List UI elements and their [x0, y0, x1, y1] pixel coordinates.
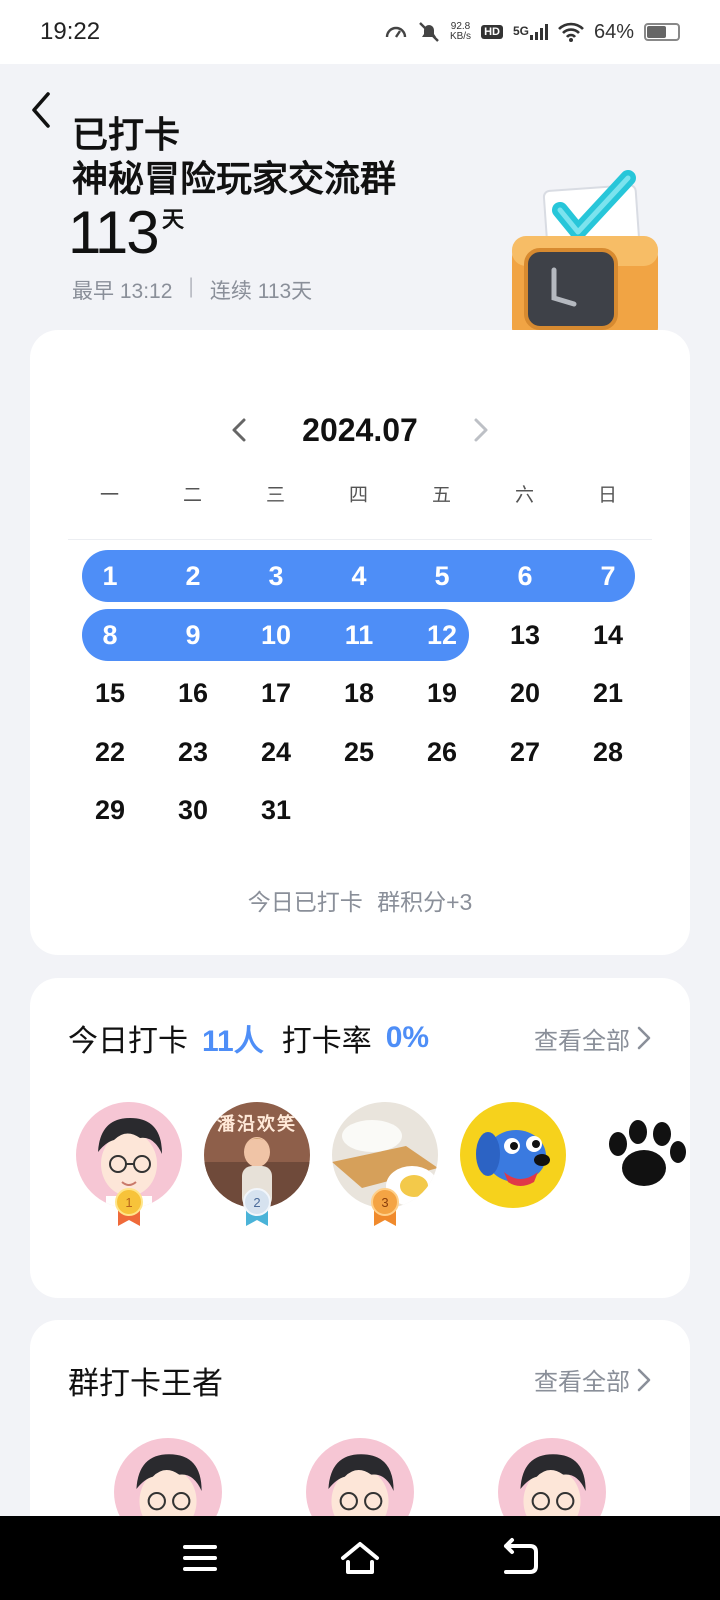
- speedometer-icon: [385, 26, 407, 38]
- status-bar: 19:22 92.8 KB/s HD 5G 64%: [0, 0, 720, 64]
- menu-icon[interactable]: [178, 1536, 222, 1580]
- checkin-rate: 0%: [385, 1021, 430, 1054]
- mute-bell-icon: [419, 22, 439, 42]
- hd-badge: HD: [481, 25, 503, 39]
- home-icon[interactable]: [338, 1536, 382, 1580]
- calendar-day[interactable]: 26: [412, 726, 472, 778]
- battery-icon: [644, 23, 680, 41]
- chevron-right-icon: [637, 1368, 651, 1391]
- streak-days: 连续 113天: [209, 280, 313, 303]
- calendar-day[interactable]: 28: [578, 726, 638, 778]
- today-checkin-count: 11人: [202, 1025, 264, 1058]
- summary-separator: |: [188, 275, 194, 298]
- weekday-label: 三: [265, 485, 285, 506]
- calendar-day[interactable]: 1: [80, 550, 140, 602]
- calendar-day[interactable]: 9: [163, 609, 223, 661]
- battery-level: [647, 26, 666, 38]
- calendar-day[interactable]: 23: [163, 726, 223, 778]
- back-icon[interactable]: [22, 88, 62, 132]
- paw-avatar-image: [588, 1102, 690, 1208]
- chevron-right-icon[interactable]: [460, 410, 500, 450]
- view-all-label: 查看全部: [534, 1369, 630, 1396]
- calendar-day[interactable]: 30: [163, 784, 223, 836]
- return-icon[interactable]: [498, 1536, 542, 1580]
- medal-rank: 3: [381, 1195, 388, 1210]
- calendar-day[interactable]: 24: [246, 726, 306, 778]
- month-label: 2024.07: [302, 411, 418, 448]
- calendar-day[interactable]: 18: [329, 667, 389, 719]
- calendar-day[interactable]: 2: [163, 550, 223, 602]
- status-time: 19:22: [40, 18, 101, 45]
- calendar-day[interactable]: 15: [80, 667, 140, 719]
- weekday-header: 一二三四五六日: [68, 480, 652, 507]
- calendar-day[interactable]: 5: [412, 550, 472, 602]
- signal-icon: [529, 24, 548, 40]
- network-speed: 92.8 KB/s: [450, 22, 471, 42]
- chevron-left-icon[interactable]: [220, 410, 260, 450]
- today-checkin-header: 今日打卡 11人 打卡率 0% 查看全部: [68, 1016, 652, 1060]
- calendar-day[interactable]: 11: [329, 609, 389, 661]
- group-king-title: 群打卡王者: [68, 1366, 223, 1401]
- weekday-label: 日: [597, 485, 617, 506]
- checkin-days: 113: [68, 199, 160, 266]
- view-all-checkin-button[interactable]: 查看全部: [534, 1021, 652, 1056]
- calendar-day[interactable]: 7: [578, 550, 638, 602]
- checkin-avatar-list: 潘沿欢笑 1 2 3: [76, 1102, 690, 1242]
- view-all-label: 查看全部: [534, 1027, 630, 1055]
- calendar-day[interactable]: 8: [80, 609, 140, 661]
- checkin-rate-label: 打卡率: [281, 1025, 372, 1058]
- calendar-day[interactable]: 4: [329, 550, 389, 602]
- weekday-label: 一: [99, 485, 119, 506]
- medal-rank: 2: [253, 1195, 260, 1210]
- calendar-day[interactable]: 14: [578, 609, 638, 661]
- weekday-label: 五: [431, 485, 451, 506]
- calendar-day[interactable]: 21: [578, 667, 638, 719]
- calendar-divider: [68, 539, 652, 540]
- calendar-day[interactable]: 13: [495, 609, 555, 661]
- calendar-day[interactable]: 19: [412, 667, 472, 719]
- weekday-label: 四: [348, 485, 368, 506]
- weekday-label: 六: [514, 485, 534, 506]
- calendar-day[interactable]: 17: [246, 667, 306, 719]
- avatar[interactable]: [460, 1102, 566, 1208]
- calendar-day[interactable]: 12: [412, 609, 472, 661]
- medal-rank: 1: [125, 1195, 132, 1210]
- calendar-day[interactable]: 10: [246, 609, 306, 661]
- today-checkin-card: 今日打卡 11人 打卡率 0% 查看全部 潘沿欢笑 1 2 3: [30, 978, 690, 1298]
- silver-medal-icon: 2: [243, 1188, 271, 1226]
- calendar-day[interactable]: 16: [163, 667, 223, 719]
- avatar[interactable]: [588, 1102, 690, 1208]
- system-navigation-bar: [0, 1516, 720, 1600]
- calendar-day[interactable]: 29: [80, 784, 140, 836]
- calendar-day[interactable]: 22: [80, 726, 140, 778]
- status-icons: 92.8 KB/s HD 5G 64%: [384, 20, 680, 44]
- checkin-days-unit: 天: [162, 207, 185, 232]
- checkin-reward-text: 今日已打卡 群积分+3: [247, 889, 473, 915]
- signal-indicator: 5G: [513, 24, 548, 40]
- calendar-day[interactable]: 6: [495, 550, 555, 602]
- pixel-dog-avatar-image: [460, 1102, 566, 1208]
- view-all-king-button[interactable]: 查看全部: [534, 1362, 652, 1397]
- month-navigation: 2024.07: [30, 410, 690, 450]
- wifi-icon: [558, 22, 584, 42]
- chevron-right-icon: [637, 1026, 651, 1050]
- calendar-day[interactable]: 3: [246, 550, 306, 602]
- calendar-day[interactable]: 25: [329, 726, 389, 778]
- calendar-day[interactable]: 31: [246, 784, 306, 836]
- checkin-summary: 最早 13:12 | 连续 113天: [72, 275, 312, 305]
- calendar-day[interactable]: 27: [495, 726, 555, 778]
- calendar-day[interactable]: 20: [495, 667, 555, 719]
- group-name: 神秘冒险玩家交流群: [72, 158, 397, 199]
- earliest-time: 最早 13:12: [72, 280, 173, 303]
- weekday-label: 二: [182, 485, 202, 506]
- calendar-card: 2024.07 一二三四五六日 1 2 3 4 5 6 7 8 9 10 11 12 13 14 15 16 1…: [30, 330, 690, 955]
- gold-medal-icon: 1: [115, 1188, 143, 1226]
- speed-unit: KB/s: [449, 31, 472, 42]
- avatar-caption: 潘沿欢笑: [217, 1114, 297, 1134]
- today-checkin-label: 今日打卡: [68, 1025, 188, 1058]
- bronze-medal-icon: 3: [371, 1188, 399, 1226]
- network-type: 5G: [512, 24, 529, 38]
- battery-text: 64%: [593, 20, 634, 43]
